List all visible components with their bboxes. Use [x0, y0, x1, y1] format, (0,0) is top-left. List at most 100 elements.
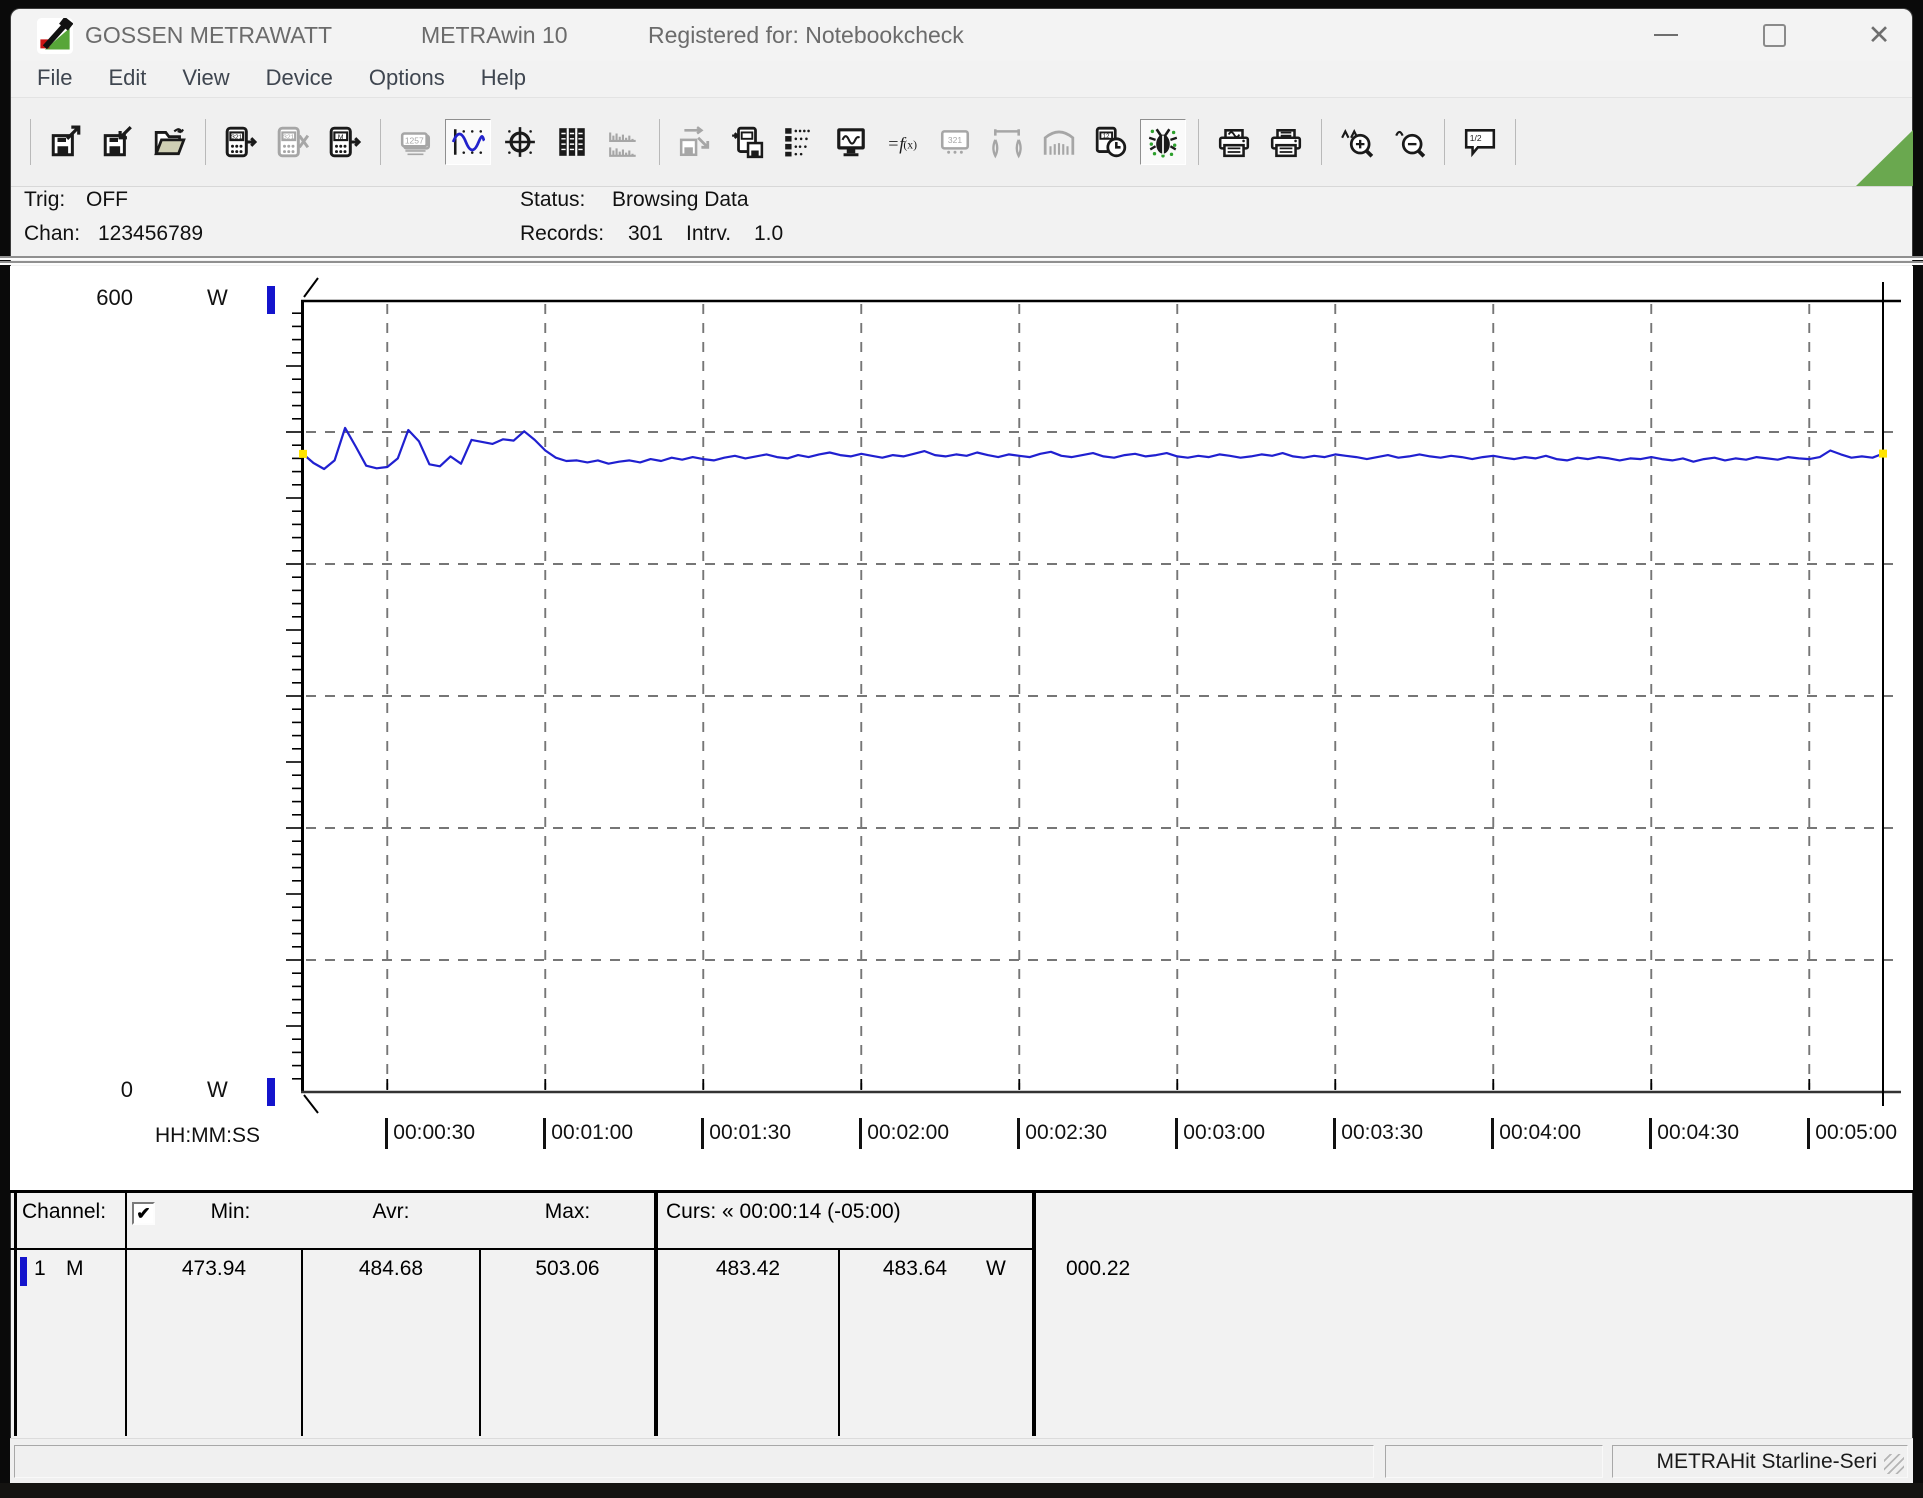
device-321-read-icon: 321	[225, 126, 258, 158]
maximize-button[interactable]	[1742, 17, 1806, 53]
formula-button[interactable]: =f (x)	[880, 119, 926, 165]
device-save-icon	[732, 126, 764, 159]
intrv-label: Intrv.	[686, 222, 732, 245]
menu-edit[interactable]: Edit	[90, 61, 164, 97]
channel-list-icon	[785, 128, 810, 157]
save-file-icon	[103, 125, 132, 157]
close-button[interactable]: ✕	[1847, 17, 1911, 53]
x-tick-label: 00:05:00	[1807, 1116, 1897, 1150]
xy-view-button[interactable]	[497, 119, 543, 165]
channel-avr-value: 484.68	[358, 1257, 424, 1280]
intrv-value: 1.0	[754, 222, 784, 245]
x-tick-bar	[701, 1117, 705, 1149]
channel-cursor-a-value: 483.42	[715, 1257, 781, 1280]
bug-logger-icon	[1148, 128, 1178, 158]
channel-list-button[interactable]	[776, 119, 822, 165]
yt-chart-view-button[interactable]	[445, 119, 491, 165]
table-border	[14, 1190, 17, 1436]
table-border	[654, 1190, 658, 1436]
records-value: 301	[628, 222, 664, 245]
device-m-read-button[interactable]: M	[322, 119, 368, 165]
app-logo-icon	[37, 18, 73, 54]
close-icon: ✕	[1867, 19, 1891, 50]
display-321-icon: 321	[940, 130, 970, 154]
print-list-icon	[1270, 129, 1302, 158]
x-tick-bar	[1649, 1117, 1653, 1149]
table-view-button[interactable]	[549, 119, 595, 165]
table-border	[1032, 1190, 1036, 1436]
zoom-out-button[interactable]	[1386, 119, 1432, 165]
window-bottom-edge	[0, 1483, 1923, 1498]
x-tick-text: 00:00:30	[393, 1121, 476, 1144]
device-timer-icon: 12	[1095, 126, 1127, 158]
channel-visibility-checkbox[interactable]: ✔	[132, 1202, 155, 1225]
check-icon: ✔	[136, 1203, 151, 1223]
plot-area[interactable]	[303, 300, 1901, 1092]
y-axis-unit-top: W	[207, 285, 228, 310]
table-header-channel: Channel:	[22, 1200, 107, 1223]
comment-icon: 1/2	[1464, 129, 1496, 158]
status-label: Status:	[520, 188, 586, 211]
svg-text:1/2: 1/2	[1470, 133, 1482, 143]
comment-button[interactable]: 1/2	[1457, 119, 1503, 165]
monitor-view-button[interactable]	[828, 119, 874, 165]
records-label: Records:	[520, 222, 605, 245]
svg-text:12: 12	[1103, 134, 1110, 140]
toolbar-separator	[659, 119, 660, 165]
y-axis-unit-bottom: W	[207, 1077, 228, 1102]
device-save-button[interactable]	[724, 119, 770, 165]
title-registered: Registered for: Notebookcheck	[648, 22, 964, 48]
device-321-disconnect-button: 321	[270, 119, 316, 165]
table-border	[125, 1190, 127, 1436]
bridge-icon	[1043, 130, 1075, 155]
zoom-out-icon	[1395, 130, 1426, 158]
chan-label: Chan:	[24, 222, 81, 245]
histogram-view-button	[601, 119, 647, 165]
trig-value: OFF	[86, 188, 128, 211]
toolbar-separator	[380, 119, 381, 165]
table-header-avr: Avr:	[372, 1200, 410, 1223]
zoom-in-button[interactable]	[1334, 119, 1380, 165]
print-chart-button[interactable]	[1211, 119, 1257, 165]
x-tick-bar	[1017, 1117, 1021, 1149]
x-tick-label: 00:04:00	[1491, 1116, 1581, 1150]
x-tick-bar	[1175, 1117, 1179, 1149]
channel-mode: M	[66, 1257, 84, 1280]
print-list-button[interactable]	[1263, 119, 1309, 165]
display-321-button: 321	[932, 119, 978, 165]
x-tick-text: 00:01:00	[551, 1121, 634, 1144]
resize-grip[interactable]	[1884, 1454, 1904, 1474]
menu-device[interactable]: Device	[248, 61, 351, 97]
x-tick-bar	[1491, 1117, 1495, 1149]
menu-options[interactable]: Options	[351, 61, 463, 97]
bridge-button	[1036, 119, 1082, 165]
save-file-button[interactable]	[95, 119, 141, 165]
menu-view[interactable]: View	[164, 61, 247, 97]
svg-text:M: M	[338, 134, 344, 141]
transfer-icon	[679, 126, 710, 157]
numeric-display-icon: 1257	[400, 132, 431, 156]
status-panel-main	[14, 1445, 1374, 1478]
menu-file[interactable]: File	[19, 61, 90, 97]
x-tick-bar	[385, 1117, 389, 1149]
table-header-underline	[10, 1248, 1034, 1250]
device-321-read-button[interactable]: 321	[218, 119, 264, 165]
x-tick-text: 00:01:30	[709, 1121, 792, 1144]
bug-logger-button[interactable]	[1140, 119, 1186, 165]
x-tick-bar	[859, 1117, 863, 1149]
menu-help[interactable]: Help	[463, 61, 544, 97]
chan-value: 123456789	[98, 222, 204, 245]
status-bar: METRAHit Starline-Seri	[10, 1438, 1913, 1484]
channel-max-value: 503.06	[535, 1257, 600, 1280]
title-bar[interactable]: GOSSEN METRAWATT METRAwin 10 Registered …	[11, 9, 1912, 61]
import-file-icon	[51, 125, 81, 157]
x-tick-label: 00:03:00	[1175, 1116, 1265, 1150]
x-tick-bar	[1333, 1117, 1337, 1149]
import-file-button[interactable]	[43, 119, 89, 165]
toolbar-separator	[30, 119, 31, 165]
svg-text:(x): (x)	[903, 138, 917, 151]
open-folder-button[interactable]	[147, 119, 193, 165]
minimize-button[interactable]	[1634, 17, 1698, 53]
device-timer-button[interactable]: 12	[1088, 119, 1134, 165]
title-brand: GOSSEN METRAWATT	[85, 22, 333, 48]
